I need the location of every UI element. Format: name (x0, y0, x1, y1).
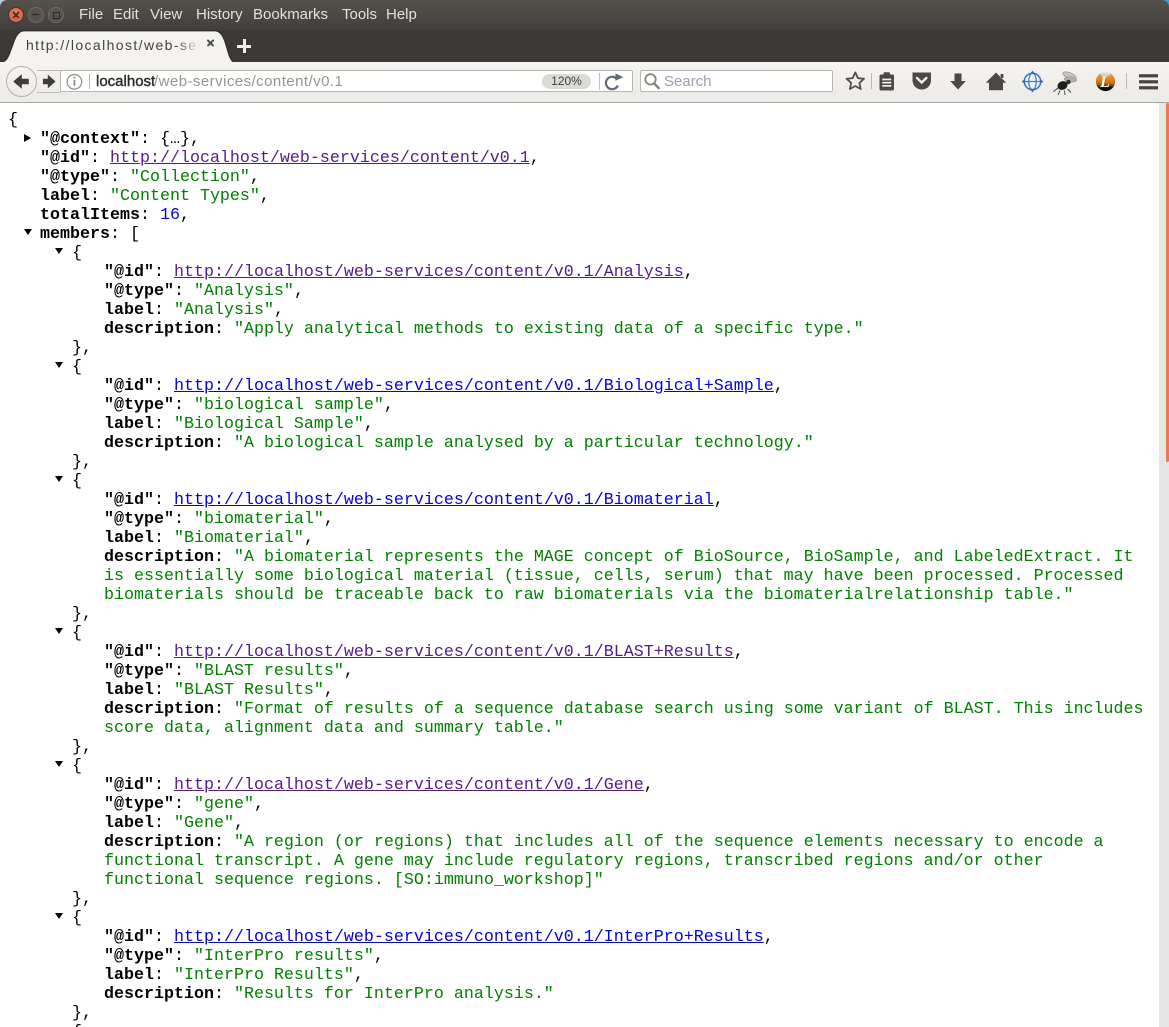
svg-text:L: L (1099, 74, 1110, 91)
